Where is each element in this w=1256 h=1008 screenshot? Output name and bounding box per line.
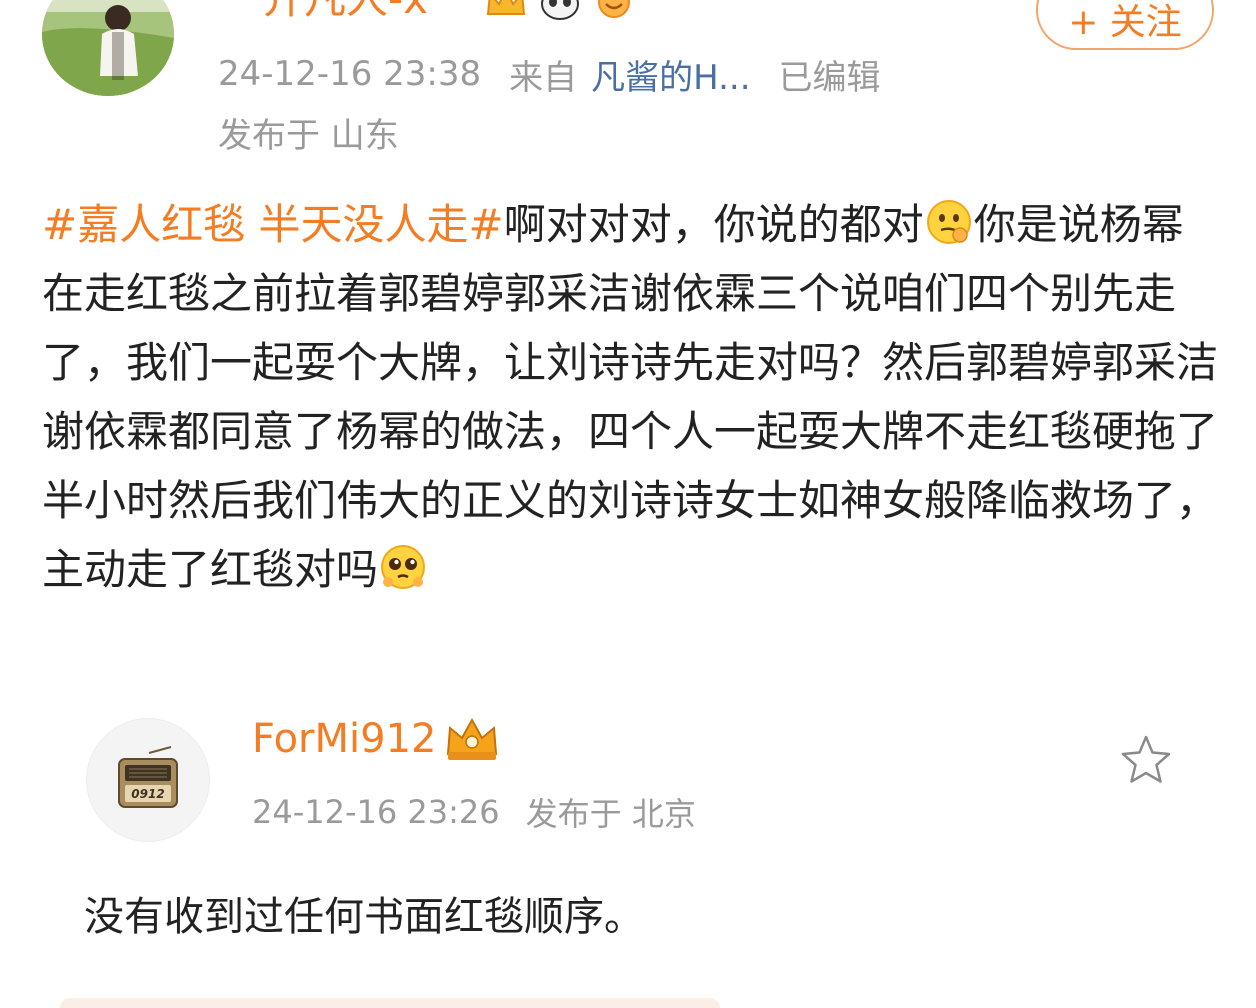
comment-author-name[interactable]: ForMi912 (252, 716, 436, 762)
comment-location: 发布于 北京 (525, 795, 696, 833)
thinking-face-icon (926, 200, 971, 244)
star-icon[interactable] (1118, 732, 1174, 788)
crown-badge-icon (486, 0, 526, 15)
post-source-wrap: 来自 凡酱的H... (509, 50, 750, 99)
post-source-link[interactable]: 凡酱的H... (591, 50, 750, 99)
pleading-face-icon (381, 545, 426, 589)
user-badges (484, 0, 636, 20)
panda-badge-icon (541, 0, 579, 20)
smile-badge-icon (598, 0, 630, 18)
bottom-bar-edge (60, 998, 720, 1008)
comment-author-avatar[interactable]: 0912 (86, 718, 210, 842)
avatar-label: 0912 (131, 787, 164, 801)
weibo-post-screen: 一介凡人-x + 关注 24-12-16 23:38 来自 凡酱的H... 已编… (0, 0, 1256, 1008)
post-text-line2: 你是说杨幂在走红毯之前拉着郭碧婷郭采洁谢依霖三个说咱们四个别先走了，我们一起耍个… (42, 200, 1219, 594)
post-location: 发布于 山东 (218, 116, 399, 156)
post-from-label: 来自 (509, 57, 578, 98)
post-author-avatar[interactable] (42, 0, 174, 96)
post-author-name[interactable]: 一介凡人-x (220, 0, 428, 24)
post-hashtag[interactable]: #嘉人红毯 半天没人走# (42, 200, 504, 249)
post-body: #嘉人红毯 半天没人走#啊对对对，你说的都对 你是说杨幂在走红毯之前拉着郭碧婷郭… (42, 190, 1220, 604)
post-meta-row: 24-12-16 23:38 来自 凡酱的H... 已编辑 (218, 50, 881, 98)
crown-vip-icon (446, 717, 498, 760)
comment-meta-row: 24-12-16 23:26 发布于 北京 (252, 790, 696, 834)
post-edited-label[interactable]: 已编辑 (779, 50, 881, 99)
post-text-line1: 啊对对对，你说的都对 (503, 200, 924, 249)
comment-text: 没有收到过任何书面红毯顺序。 (84, 894, 644, 940)
comment-timestamp: 24-12-16 23:26 (252, 793, 500, 831)
follow-button[interactable]: + 关注 (1036, 0, 1214, 50)
post-timestamp: 24-12-16 23:38 (218, 54, 482, 94)
radio-icon: 0912 (118, 746, 178, 808)
